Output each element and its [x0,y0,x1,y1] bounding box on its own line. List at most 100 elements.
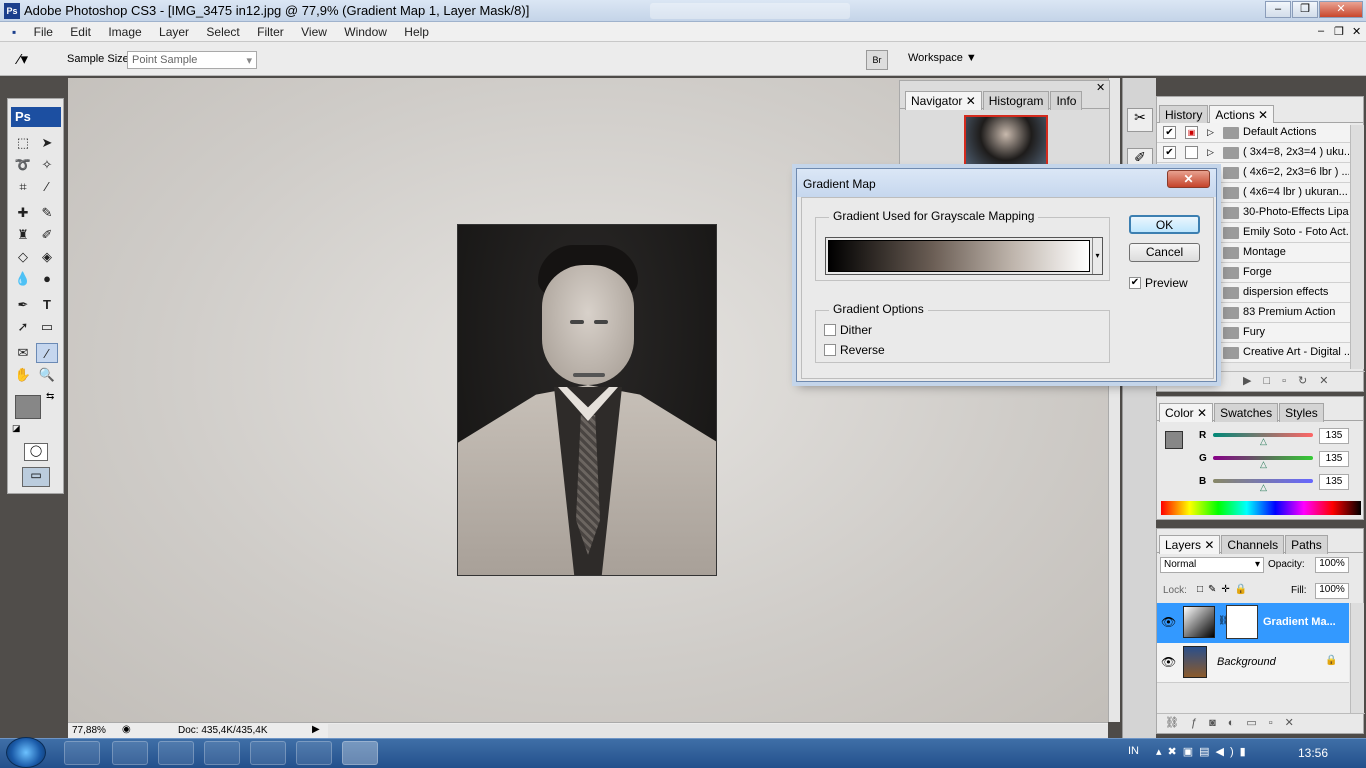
shape-tool-icon[interactable]: ▭ [36,317,58,337]
action-toggle-checkbox[interactable]: ✔ [1163,146,1176,159]
expand-arrow-icon[interactable]: ▷ [1207,147,1214,158]
chrome-taskbar-icon[interactable] [204,741,240,765]
lock-icons[interactable]: □✎✛🔒 [1197,584,1252,595]
channel-value-input[interactable]: 135 [1319,451,1349,467]
eraser-tool-icon[interactable]: ◇ [12,247,34,267]
menu-filter[interactable]: Filter [250,23,291,41]
bridge-icon[interactable]: Br [866,50,888,70]
marquee-tool-icon[interactable]: ⬚ [12,133,34,153]
status-menu-icon[interactable]: ◉ [122,724,131,735]
fill-input[interactable]: 100% [1315,583,1349,599]
channel-value-input[interactable]: 135 [1319,428,1349,444]
channel-value-input[interactable]: 135 [1319,474,1349,490]
background-window-tab[interactable] [650,3,850,19]
action-item[interactable]: ✔ ▣ ▷ Default Actions [1157,123,1350,143]
close-button[interactable]: ✕ [1319,1,1363,18]
opacity-input[interactable]: 100% [1315,557,1349,573]
blend-mode-select[interactable]: Normal ▾ [1160,557,1264,573]
tab-styles[interactable]: Styles [1279,403,1324,422]
foreground-color-swatch[interactable] [15,395,41,419]
history-brush-tool-icon[interactable]: ✐ [36,225,58,245]
maximize-button[interactable]: ❐ [1292,1,1318,18]
move-tool-icon[interactable]: ➤ [36,133,58,153]
blur-tool-icon[interactable]: 💧 [12,269,34,289]
dialog-toggle-icon[interactable] [1185,146,1198,159]
color-spectrum-bar[interactable] [1161,501,1361,515]
doc-close-button[interactable]: ✕ [1352,25,1361,38]
cancel-button[interactable]: Cancel [1129,243,1200,262]
type-tool-icon[interactable]: T [36,295,58,315]
layers-scrollbar[interactable] [1350,603,1364,713]
clock[interactable]: 13:56 [1298,746,1328,760]
notepad-taskbar-icon[interactable] [296,741,332,765]
tab-channels[interactable]: Channels [1221,535,1285,554]
clone-stamp-tool-icon[interactable]: ♜ [12,225,34,245]
dodge-tool-icon[interactable]: ● [36,269,58,289]
slider-thumb-icon[interactable]: △ [1260,482,1267,493]
menu-window[interactable]: Window [337,23,394,41]
tab-swatches[interactable]: Swatches [1214,403,1279,422]
lasso-tool-icon[interactable]: ➰ [12,155,34,175]
status-arrow-icon[interactable]: ▶ [312,724,320,735]
color-foreground-swatch[interactable] [1165,431,1183,449]
slider-thumb-icon[interactable]: △ [1260,436,1267,447]
magic-wand-tool-icon[interactable]: ✧ [36,155,58,175]
doc-restore-button[interactable]: ❐ [1334,25,1344,38]
visibility-eye-icon[interactable]: 👁 [1161,655,1176,669]
slice-tool-icon[interactable]: ⁄ [36,177,58,197]
menu-image[interactable]: Image [101,23,148,41]
menu-file[interactable]: File [27,23,60,41]
language-indicator[interactable]: IN [1128,745,1139,757]
menu-select[interactable]: Select [199,23,246,41]
ok-button[interactable]: OK [1129,215,1200,234]
action-item[interactable]: ✔ ▷ ( 3x4=8, 2x3=4 ) uku... [1157,143,1350,163]
document-icon[interactable]: ▪ [0,23,23,41]
horizontal-scrollbar[interactable] [328,724,1108,738]
menu-layer[interactable]: Layer [152,23,196,41]
panel-close-icon[interactable]: ✕ [1096,81,1105,94]
expand-arrow-icon[interactable]: ▷ [1207,127,1214,138]
app-taskbar-icon[interactable] [250,741,286,765]
visibility-eye-icon[interactable]: 👁 [1161,615,1176,629]
start-button[interactable] [6,737,46,768]
eyedropper-icon[interactable]: ⁄▾ [18,50,28,68]
tab-info[interactable]: Info [1050,91,1083,110]
menu-help[interactable]: Help [397,23,436,41]
crop-tool-icon[interactable]: ⌗ [12,177,34,197]
tab-layers[interactable]: Layers ✕ [1159,535,1221,554]
zoom-tool-icon[interactable]: 🔍 [36,365,58,385]
hand-tool-icon[interactable]: ✋ [12,365,34,385]
dialog-toggle-icon[interactable]: ▣ [1185,126,1198,139]
tab-actions[interactable]: Actions ✕ [1209,105,1275,124]
photoshop-taskbar-icon[interactable] [342,741,378,765]
media-player-taskbar-icon[interactable] [112,741,148,765]
layer-row-background[interactable]: 👁 Background 🔒 [1157,643,1349,683]
eyedropper-tool-icon[interactable]: ⁄ [36,343,58,363]
sample-size-select[interactable]: Point Sample ▾ [127,51,257,69]
tab-history[interactable]: History [1159,105,1209,124]
notes-tool-icon[interactable]: ✉ [12,343,34,363]
dither-checkbox[interactable] [824,324,836,336]
layer-row-gradient-map[interactable]: 👁 ⛓ Gradient Ma... [1157,603,1349,643]
layer-mask-thumbnail[interactable] [1227,606,1257,638]
dialog-close-button[interactable]: ✕ [1167,170,1210,188]
default-colors-icon[interactable]: ◪ [12,423,21,434]
preview-checkbox[interactable]: ✔ [1129,277,1141,289]
actions-scrollbar[interactable] [1350,125,1364,369]
quick-mask-icon[interactable]: ◯ [24,443,48,461]
tab-paths[interactable]: Paths [1285,535,1328,554]
tab-color[interactable]: Color ✕ [1159,403,1214,422]
path-selection-tool-icon[interactable]: ➚ [12,317,34,337]
tray-icons[interactable]: ▴✖▣▤◀)▮ [1156,745,1252,758]
reverse-checkbox[interactable] [824,344,836,356]
menu-view[interactable]: View [294,23,334,41]
photoshop-badge-icon[interactable]: Ps [11,107,61,127]
gradient-preview[interactable] [828,240,1090,272]
gradient-picker[interactable]: ▾ [825,237,1103,275]
gradient-dropdown-arrow-icon[interactable]: ▾ [1092,238,1102,274]
tab-navigator[interactable]: Navigator ✕ [905,91,982,110]
swap-colors-icon[interactable]: ⇆ [46,391,54,402]
minimize-button[interactable]: – [1265,1,1291,18]
action-toggle-checkbox[interactable]: ✔ [1163,126,1176,139]
brush-tool-icon[interactable]: ✎ [36,203,58,223]
